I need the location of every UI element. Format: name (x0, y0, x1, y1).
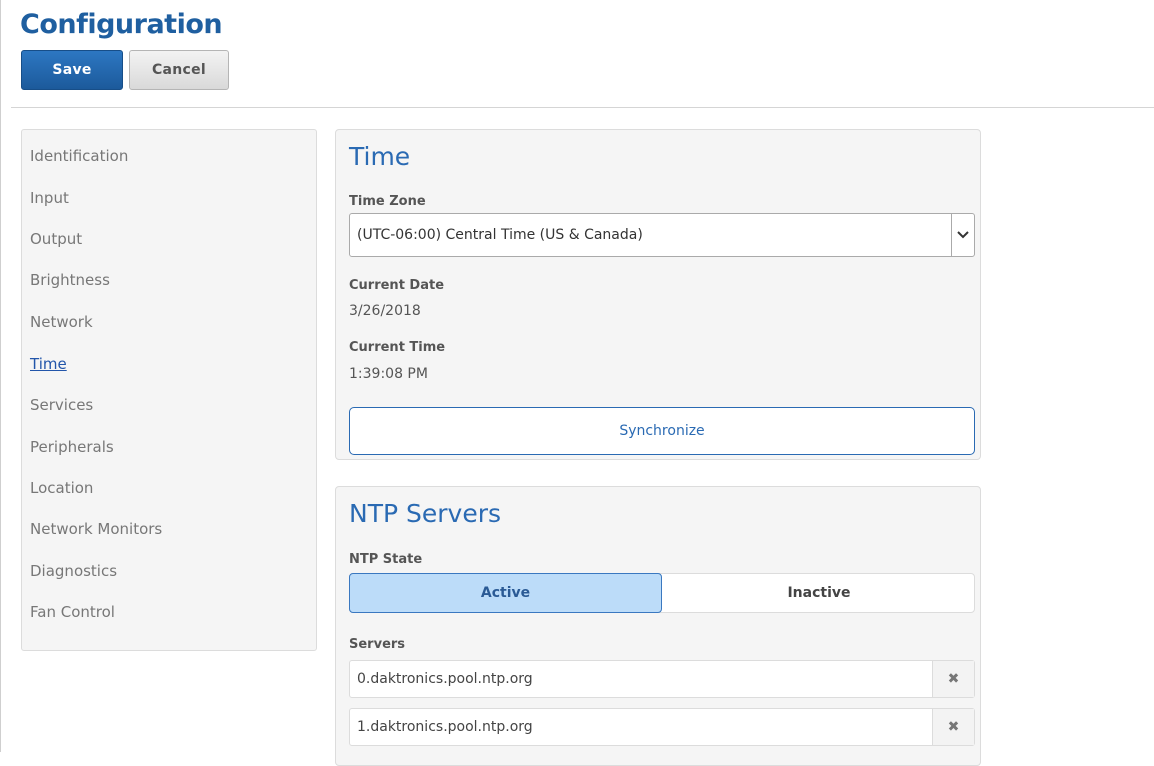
sidebar-item-network[interactable]: Network (30, 313, 93, 331)
cancel-button[interactable]: Cancel (129, 50, 229, 90)
current-time-value: 1:39:08 PM (349, 366, 428, 382)
ntp-servers-panel: NTP Servers NTP State Active Inactive Se… (335, 486, 981, 766)
save-button[interactable]: Save (21, 50, 123, 90)
server-input[interactable] (350, 709, 933, 745)
server-row: ✖ (349, 660, 975, 698)
synchronize-button[interactable]: Synchronize (349, 407, 975, 455)
sidebar-item-diagnostics[interactable]: Diagnostics (30, 562, 117, 580)
sidebar-item-time[interactable]: Time (30, 355, 67, 373)
time-panel: Time Time Zone (UTC-06:00) Central Time … (335, 129, 981, 460)
timezone-select[interactable]: (UTC-06:00) Central Time (US & Canada) (349, 213, 975, 257)
sidebar-item-identification[interactable]: Identification (30, 147, 128, 165)
page-title: Configuration (20, 9, 223, 40)
chevron-down-icon[interactable] (951, 214, 974, 256)
sidebar-item-brightness[interactable]: Brightness (30, 271, 110, 289)
ntp-active-option[interactable]: Active (349, 573, 662, 613)
ntp-panel-title: NTP Servers (349, 499, 502, 528)
sidebar-item-services[interactable]: Services (30, 396, 93, 414)
sidebar-item-input[interactable]: Input (30, 189, 69, 207)
ntp-state-label: NTP State (349, 552, 423, 567)
ntp-inactive-option[interactable]: Inactive (662, 573, 976, 613)
header-divider (11, 107, 1154, 108)
server-row: ✖ (349, 708, 975, 746)
sidebar-item-peripherals[interactable]: Peripherals (30, 438, 114, 456)
sidebar-item-fan-control[interactable]: Fan Control (30, 603, 115, 621)
current-time-label: Current Time (349, 340, 446, 355)
close-icon[interactable]: ✖ (932, 709, 974, 745)
sidebar-item-location[interactable]: Location (30, 479, 93, 497)
current-date-value: 3/26/2018 (349, 303, 421, 319)
timezone-selected-value: (UTC-06:00) Central Time (US & Canada) (357, 227, 643, 243)
sidebar: Identification Input Output Brightness N… (21, 129, 317, 651)
server-input[interactable] (350, 661, 933, 697)
current-date-label: Current Date (349, 278, 445, 293)
servers-label: Servers (349, 637, 406, 652)
sidebar-item-network-monitors[interactable]: Network Monitors (30, 520, 162, 538)
sidebar-item-output[interactable]: Output (30, 230, 82, 248)
time-panel-title: Time (349, 142, 411, 171)
timezone-label: Time Zone (349, 194, 426, 209)
ntp-state-toggle: Active Inactive (349, 573, 975, 613)
close-icon[interactable]: ✖ (932, 661, 974, 697)
